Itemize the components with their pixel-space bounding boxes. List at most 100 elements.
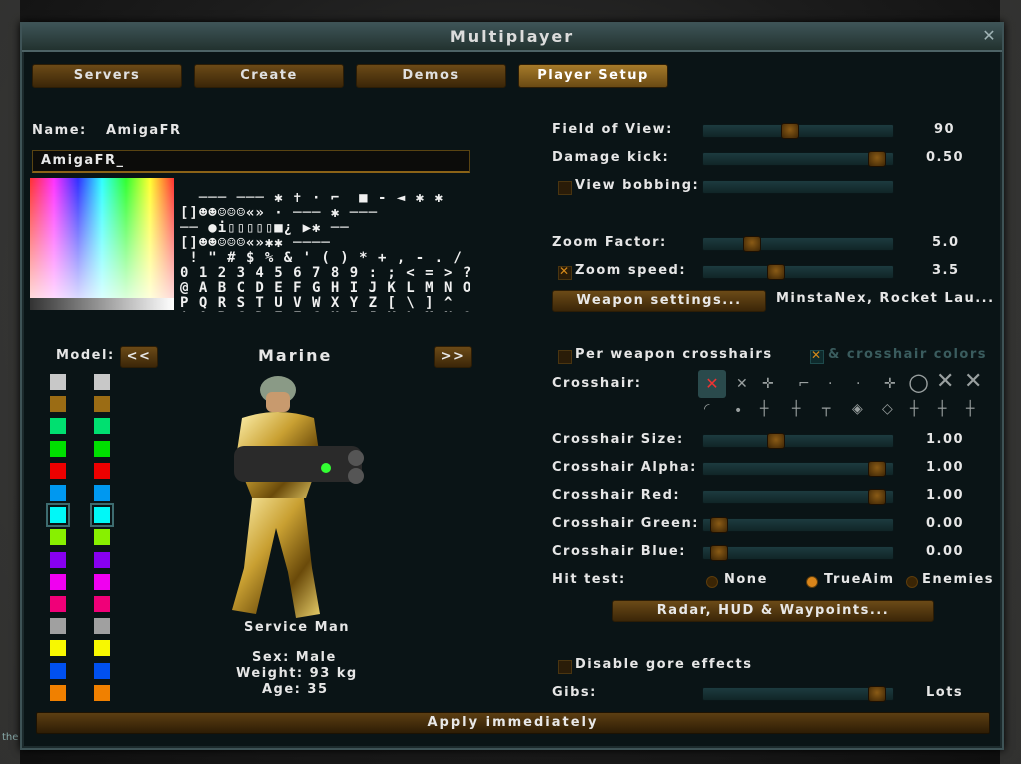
tab-create[interactable]: Create: [194, 64, 344, 88]
shirt-color-swatch[interactable]: [50, 662, 66, 679]
crosshair-option-17[interactable]: ◇: [882, 402, 893, 416]
shirt-color-swatch[interactable]: [46, 503, 70, 528]
per-weapon-crosshairs-checkbox[interactable]: [558, 350, 572, 364]
shirt-color-swatch[interactable]: [50, 396, 66, 413]
crosshair-option-15[interactable]: ┬: [822, 402, 830, 416]
shirt-color-swatch[interactable]: [50, 618, 66, 635]
gibs-knob[interactable]: [868, 686, 886, 702]
crosshair-option-13[interactable]: ┼: [760, 402, 768, 416]
grayscale-bar[interactable]: [30, 298, 174, 310]
pants-color-swatch[interactable]: [94, 440, 110, 457]
name-input[interactable]: AmigaFR_: [32, 150, 470, 173]
zoom-factor-slider[interactable]: [702, 236, 894, 252]
zoom-speed-knob[interactable]: [767, 264, 785, 280]
crosshair-option-10[interactable]: ✕: [964, 370, 982, 394]
shirt-color-swatch[interactable]: [50, 462, 66, 479]
view-bobbing-checkbox[interactable]: [558, 181, 572, 195]
shirt-color-swatch[interactable]: [50, 529, 66, 546]
close-icon[interactable]: ✕: [980, 27, 998, 45]
zoom-speed-slider[interactable]: [702, 264, 894, 280]
shirt-color-swatch[interactable]: [50, 640, 66, 657]
hit-test-trueaim-radio[interactable]: [806, 576, 818, 588]
crosshair-blue-knob[interactable]: [710, 545, 728, 561]
tab-servers[interactable]: Servers: [32, 64, 182, 88]
crosshair-option-5[interactable]: ·: [828, 377, 832, 391]
pants-color-swatch[interactable]: [94, 551, 110, 568]
shirt-color-swatch[interactable]: [50, 684, 66, 701]
pants-color-swatch[interactable]: [94, 418, 110, 435]
title-bar[interactable]: Multiplayer ✕: [22, 24, 1002, 52]
crosshair-red-slider[interactable]: [702, 489, 894, 505]
pants-color-swatch[interactable]: [94, 640, 110, 657]
crosshair-option-20[interactable]: ┼: [966, 402, 974, 416]
shirt-color-swatch[interactable]: [50, 596, 66, 612]
hit-test-enemies-radio[interactable]: [906, 576, 918, 588]
crosshair-option-7[interactable]: ✛: [884, 377, 896, 391]
pants-color-swatch[interactable]: [94, 662, 110, 679]
crosshair-alpha-knob[interactable]: [868, 461, 886, 477]
shirt-color-swatch[interactable]: [50, 573, 66, 590]
damage-kick-slider[interactable]: [702, 151, 894, 167]
marine-figure: [232, 376, 364, 618]
pants-color-swatch[interactable]: [94, 485, 110, 501]
hit-test-none-radio[interactable]: [706, 576, 718, 588]
pants-color-swatch[interactable]: [94, 573, 110, 590]
model-label: Model:: [56, 348, 115, 363]
zoom-factor-knob[interactable]: [743, 236, 761, 252]
radar-hud-waypoints-button[interactable]: Radar, HUD & Waypoints...: [612, 600, 934, 622]
apply-immediately-button[interactable]: Apply immediately: [36, 712, 990, 734]
pants-color-swatch[interactable]: [94, 396, 110, 413]
fov-knob[interactable]: [781, 123, 799, 139]
fov-slider[interactable]: [702, 123, 894, 139]
crosshair-option-9[interactable]: ✕: [936, 370, 954, 394]
crosshair-option-4[interactable]: ⌐: [798, 377, 810, 391]
player-model-preview[interactable]: [216, 368, 376, 624]
crosshair-option-11[interactable]: ◜: [704, 402, 709, 416]
crosshair-option-18[interactable]: ┼: [910, 402, 918, 416]
pants-color-swatch[interactable]: [94, 618, 110, 635]
character-map[interactable]: ─── ─── ✱ ✝ · ⌐ ■ - ◄ ✱ ✱ []☻☻☺☺☺«» · ──…: [180, 176, 470, 313]
model-next-button[interactable]: >>: [434, 346, 472, 368]
crosshair-green-slider[interactable]: [702, 517, 894, 533]
disable-gore-checkbox[interactable]: [558, 660, 572, 674]
crosshair-size-slider[interactable]: [702, 433, 894, 449]
crosshair-picker[interactable]: ✕ ✕ ✛ ⌐ · · ✛ ○ ✕ ✕ ◜ • ┼ ┼ ┬ ◈ ◇ ┼ ┼ ┼: [698, 370, 994, 428]
crosshair-option-selected[interactable]: ✕: [698, 370, 726, 398]
pants-color-swatch[interactable]: [94, 374, 110, 390]
crosshair-option-2[interactable]: ✕: [736, 377, 748, 391]
shirt-color-swatch[interactable]: [50, 374, 66, 390]
shirt-color-swatch[interactable]: [50, 418, 66, 435]
pants-color-swatch[interactable]: [94, 684, 110, 701]
zoom-speed-checkbox[interactable]: [558, 264, 572, 280]
shirt-color-swatch[interactable]: [50, 440, 66, 457]
crosshair-option-8[interactable]: ○: [908, 370, 929, 394]
pants-color-swatch[interactable]: [94, 529, 110, 546]
shirt-color-swatch[interactable]: [50, 551, 66, 568]
color-picker[interactable]: [30, 178, 174, 310]
crosshair-option-19[interactable]: ┼: [938, 402, 946, 416]
crosshair-green-knob[interactable]: [710, 517, 728, 533]
weapon-settings-button[interactable]: Weapon settings...: [552, 290, 766, 312]
crosshair-option-12[interactable]: •: [734, 404, 742, 418]
crosshair-option-16[interactable]: ◈: [852, 402, 863, 416]
crosshair-red-knob[interactable]: [868, 489, 886, 505]
gibs-slider[interactable]: [702, 686, 894, 702]
model-name: Marine: [258, 346, 333, 365]
crosshair-size-knob[interactable]: [767, 433, 785, 449]
crosshair-option-14[interactable]: ┼: [792, 402, 800, 416]
crosshair-colors-checkbox[interactable]: [810, 348, 824, 364]
view-bobbing-slider[interactable]: [702, 180, 894, 194]
pants-color-swatch[interactable]: [94, 462, 110, 479]
crosshair-option-6[interactable]: ·: [856, 377, 860, 391]
damage-kick-knob[interactable]: [868, 151, 886, 167]
crosshair-alpha-slider[interactable]: [702, 461, 894, 477]
crosshair-label: Crosshair:: [552, 376, 642, 391]
tab-demos[interactable]: Demos: [356, 64, 506, 88]
model-prev-button[interactable]: <<: [120, 346, 158, 368]
pants-color-swatch[interactable]: [90, 503, 114, 528]
shirt-color-swatch[interactable]: [50, 485, 66, 501]
pants-color-swatch[interactable]: [94, 596, 110, 612]
crosshair-blue-slider[interactable]: [702, 545, 894, 561]
crosshair-option-3[interactable]: ✛: [762, 377, 774, 391]
tab-player-setup[interactable]: Player Setup: [518, 64, 668, 88]
